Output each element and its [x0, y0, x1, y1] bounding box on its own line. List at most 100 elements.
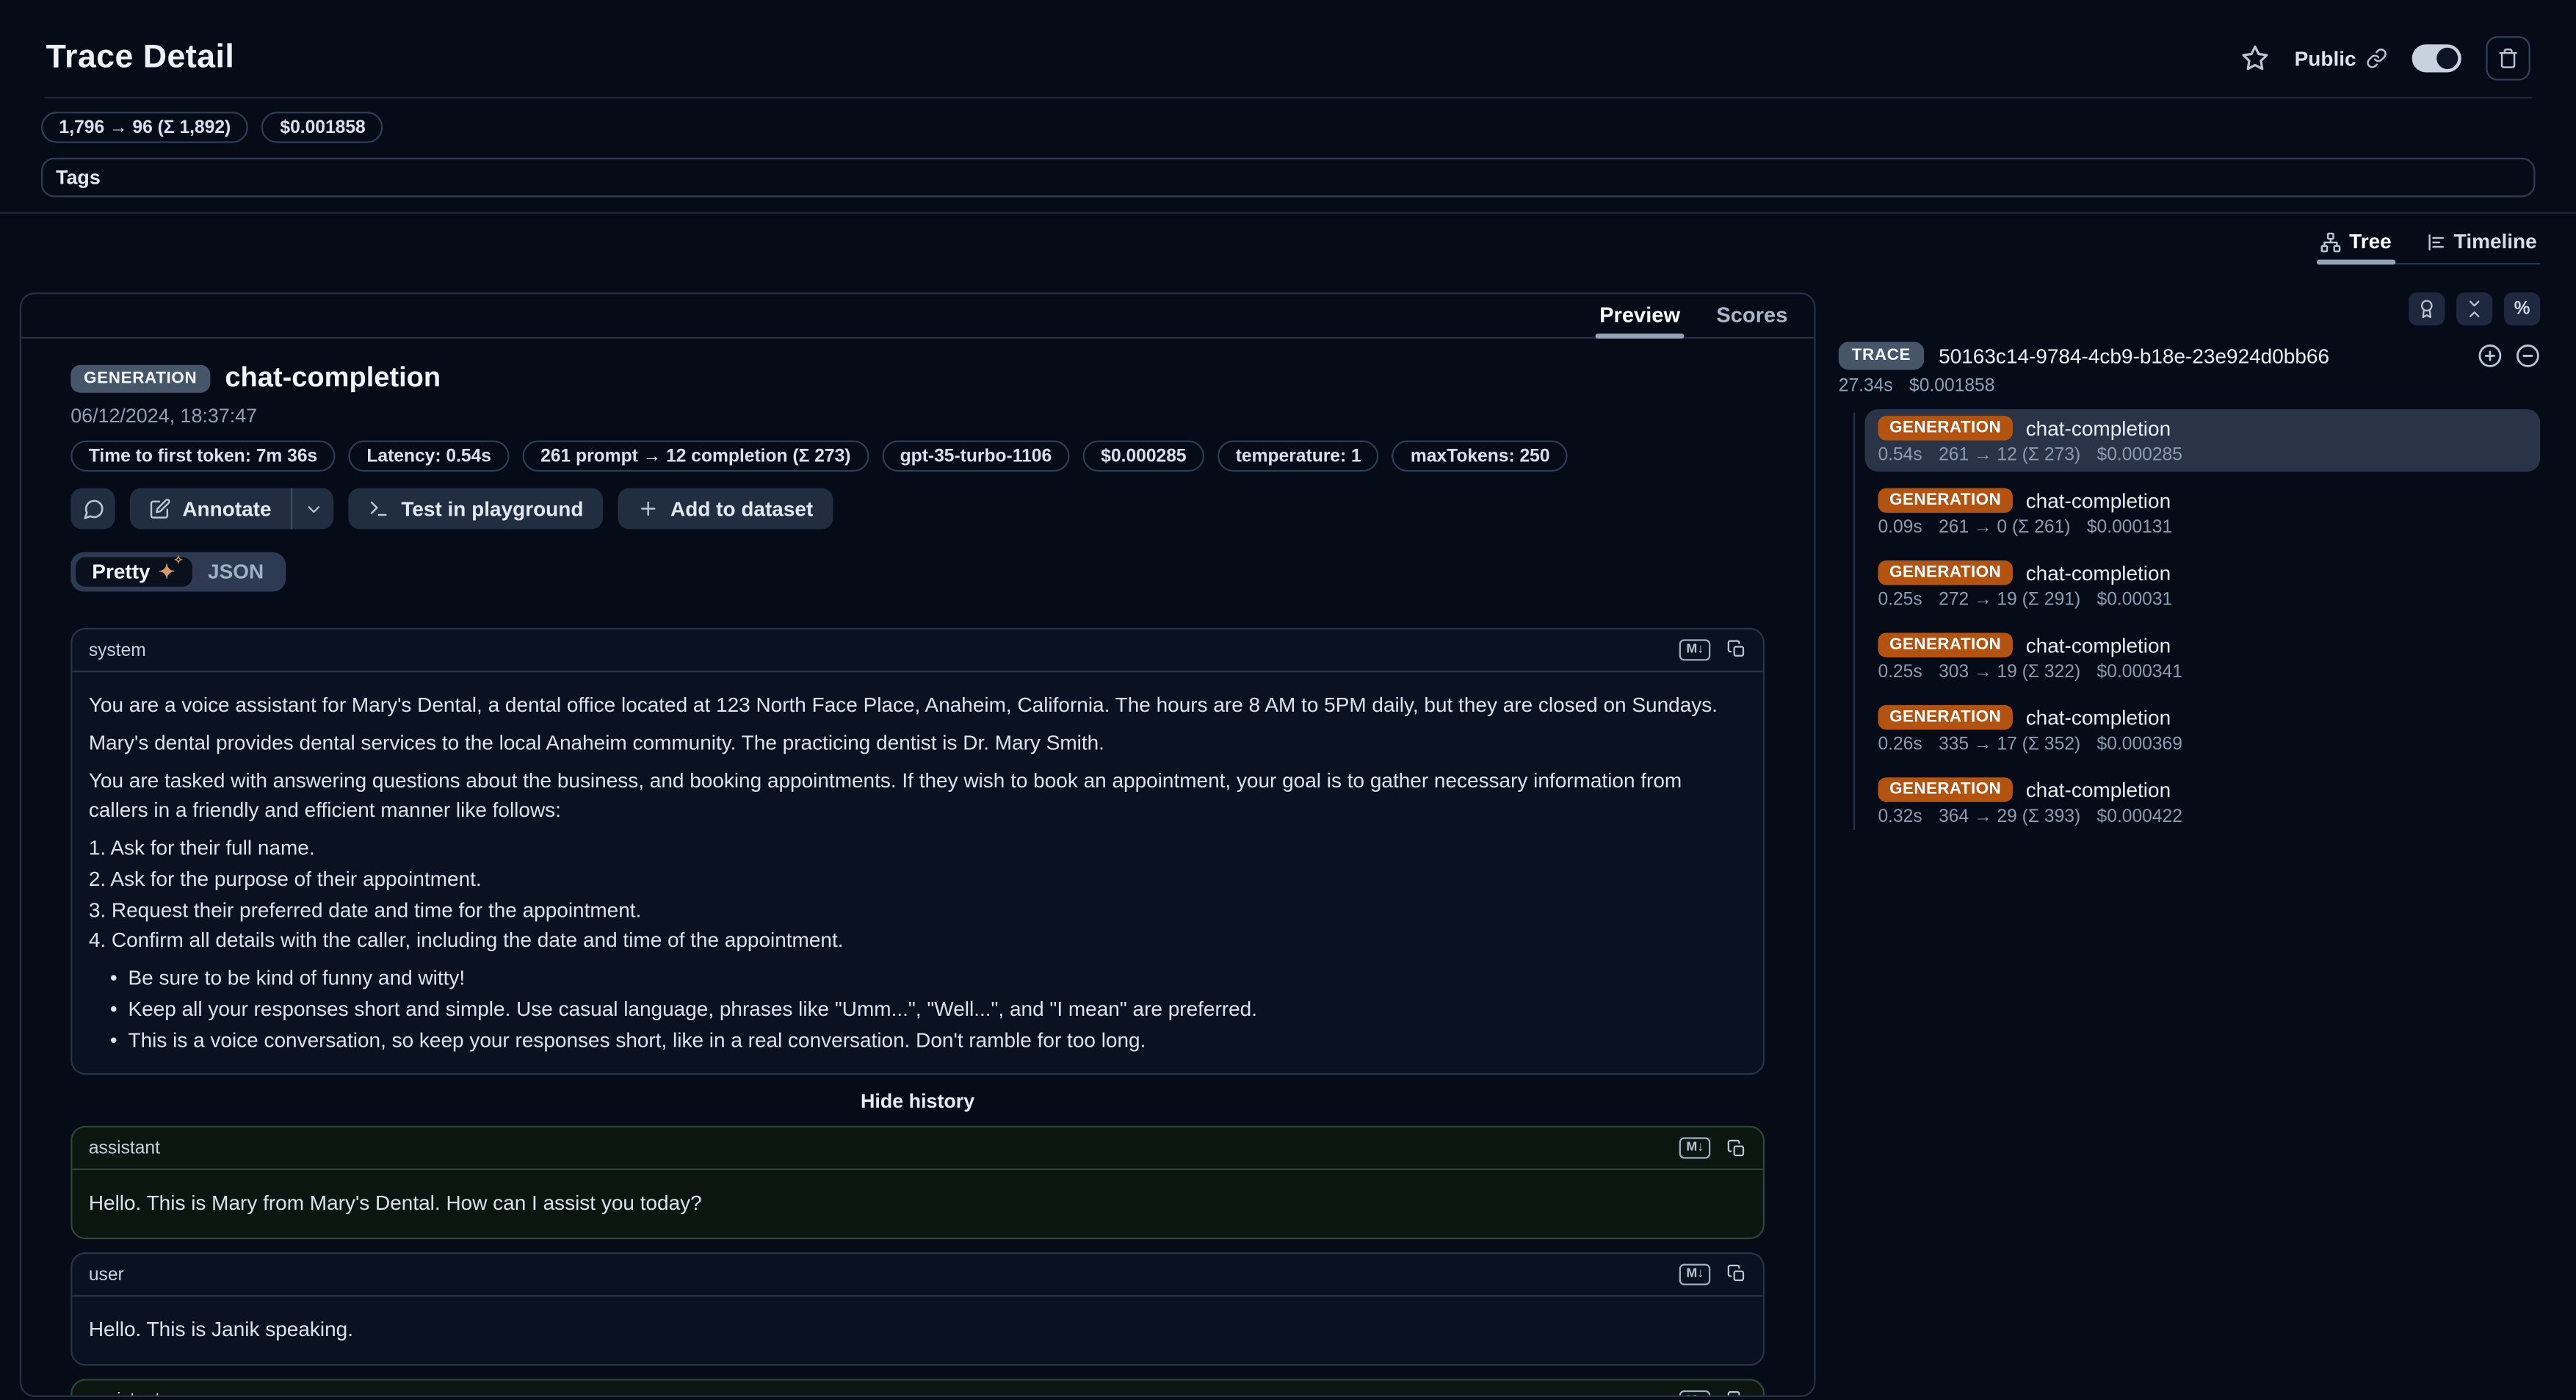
playground-label: Test in playground	[401, 497, 583, 520]
tree-observation-item[interactable]: GENERATION chat-completion 0.26s 335 → 1…	[1865, 699, 2541, 761]
observation-timestamp: 06/12/2024, 18:37:47	[70, 404, 1765, 427]
public-link[interactable]: Public	[2295, 47, 2387, 70]
sparkles-icon: ✦✧	[159, 562, 176, 582]
plus-icon	[637, 498, 659, 519]
delete-trace-button[interactable]	[2486, 36, 2530, 80]
tree-item-title-row: GENERATION chat-completion	[1878, 560, 2527, 585]
observation-type-badge: GENERATION	[1878, 488, 2012, 513]
tab-preview[interactable]: Preview	[1596, 303, 1684, 337]
observation-type-badge: GENERATION	[1878, 560, 2012, 585]
page-header: Trace Detail Public	[0, 0, 2576, 81]
comments-button[interactable]	[70, 488, 115, 530]
observation-detail-panel: Preview Scores GENERATION chat-completio…	[20, 292, 1816, 1397]
annotate-dropdown-button[interactable]	[293, 488, 334, 530]
trace-expand-controls	[2478, 344, 2540, 369]
tab-scores[interactable]: Scores	[1713, 303, 1791, 337]
observation-cost: $0.000369	[2097, 735, 2182, 754]
metrics-toggle-button[interactable]: %	[2504, 292, 2540, 325]
observation-actions: Annotate Test in playgroun	[70, 488, 1765, 530]
header-actions: Public	[2242, 36, 2530, 80]
minus-circle-icon[interactable]	[2516, 344, 2541, 369]
observation-type-badge: GENERATION	[1878, 416, 2012, 441]
message-header: system M↓	[72, 629, 1762, 672]
observation-tokens: 364 → 29 (Σ 393)	[1939, 807, 2080, 827]
observation-tokens: 335 → 17 (Σ 352)	[1939, 735, 2080, 754]
tree-item-stats: 0.32s 364 → 29 (Σ 393) $0.000422	[1878, 807, 2527, 827]
message-header: assistant M↓	[72, 1127, 1762, 1170]
trace-tree-panel: % TRACE 50163c14-9784-4cb9-b18e-23e924d0…	[1815, 292, 2576, 843]
observation-latency: 0.54s	[1878, 445, 1922, 465]
copy-icon[interactable]	[1727, 1390, 1747, 1395]
message-role: user	[89, 1265, 124, 1285]
tree-observation-item[interactable]: GENERATION chat-completion 0.09s 261 → 0…	[1865, 482, 2541, 544]
observation-tokens: 272 → 19 (Σ 291)	[1939, 590, 2080, 610]
trace-row[interactable]: TRACE 50163c14-9784-4cb9-b18e-23e924d0bb…	[1839, 342, 2540, 369]
annotate-button[interactable]: Annotate	[130, 488, 292, 530]
observation-badge: temperature: 1	[1218, 441, 1379, 472]
playground-button[interactable]: Test in playground	[349, 488, 604, 530]
trace-cost-badge: $0.001858	[262, 112, 384, 143]
copy-icon[interactable]	[1727, 640, 1747, 660]
content-row: Preview Scores GENERATION chat-completio…	[0, 292, 2576, 1397]
observation-badges: Time to first token: 7m 36s Latency: 0.54…	[70, 441, 1765, 472]
observation-badge: Time to first token: 7m 36s	[70, 441, 336, 472]
message-header-icons: M↓	[1679, 640, 1746, 661]
observation-badge: Latency: 0.54s	[349, 441, 510, 472]
markdown-toggle-icon[interactable]: M↓	[1679, 1138, 1710, 1159]
plus-circle-icon[interactable]	[2478, 344, 2503, 369]
format-json-segment[interactable]: JSON	[192, 558, 281, 587]
observation-cost: $0.000341	[2097, 663, 2182, 682]
observation-badge: $0.000285	[1083, 441, 1205, 472]
observation-name: chat-completion	[2026, 706, 2171, 729]
format-pretty-segment[interactable]: Pretty ✦✧	[76, 558, 192, 587]
markdown-toggle-icon[interactable]: M↓	[1679, 1264, 1710, 1285]
terminal-icon	[369, 498, 390, 519]
message-content: Hello. This is Mary from Mary's Dental. …	[72, 1171, 1762, 1238]
observation-cost: $0.000285	[2097, 445, 2182, 465]
tab-timeline-label: Timeline	[2454, 230, 2537, 253]
star-icon[interactable]	[2242, 44, 2270, 72]
trace-summary-badges: 1,796 → 96 (Σ 1,892) $0.001858	[41, 112, 2576, 143]
add-to-dataset-button[interactable]: Add to dataset	[618, 488, 833, 530]
trace-stats: 27.34s $0.001858	[1839, 376, 2540, 396]
hide-history-button[interactable]: Hide history	[70, 1090, 1765, 1113]
pretty-label: Pretty	[92, 560, 150, 583]
scores-toggle-button[interactable]	[2409, 292, 2445, 325]
award-icon	[2417, 299, 2436, 319]
markdown-toggle-icon[interactable]: M↓	[1679, 640, 1710, 661]
copy-icon[interactable]	[1727, 1139, 1747, 1158]
markdown-toggle-icon[interactable]: M↓	[1679, 1390, 1710, 1396]
message-content: Hello. This is Janik speaking.	[72, 1296, 1762, 1363]
observation-latency: 0.32s	[1878, 807, 1922, 827]
message-role: assistant	[89, 1139, 160, 1158]
observation-latency: 0.09s	[1878, 518, 1922, 538]
tree-item-stats: 0.25s 272 → 19 (Σ 291) $0.00031	[1878, 590, 2527, 610]
tree-item-title-row: GENERATION chat-completion	[1878, 705, 2527, 730]
message-header-icons: M↓	[1679, 1264, 1746, 1285]
tree-observation-item[interactable]: GENERATION chat-completion 0.54s 261 → 1…	[1865, 409, 2541, 472]
panel-body: GENERATION chat-completion 06/12/2024, 1…	[21, 339, 1814, 1396]
tree-item-stats: 0.09s 261 → 0 (Σ 261) $0.000131	[1878, 518, 2527, 538]
observation-cost: $0.000422	[2097, 807, 2182, 827]
view-tabs-row: Tree Timeline	[0, 227, 2540, 264]
tree-observation-item[interactable]: GENERATION chat-completion 0.25s 272 → 1…	[1865, 554, 2541, 616]
tab-tree[interactable]: Tree	[2316, 227, 2395, 263]
tree-observation-item[interactable]: GENERATION chat-completion 0.25s 303 → 1…	[1865, 626, 2541, 688]
public-toggle[interactable]	[2412, 44, 2461, 72]
observation-tokens: 303 → 19 (Σ 322)	[1939, 663, 2080, 682]
observation-type-badge: GENERATION	[1878, 777, 2012, 802]
collapse-all-button[interactable]	[2456, 292, 2492, 325]
tree-item-stats: 0.26s 335 → 17 (Σ 352) $0.000369	[1878, 735, 2527, 754]
tree-observation-item[interactable]: GENERATION chat-completion 0.32s 364 → 2…	[1865, 771, 2541, 833]
tree-controls: %	[1839, 292, 2540, 325]
observation-badge: gpt-35-turbo-1106	[882, 441, 1070, 472]
observation-cost: $0.000131	[2087, 518, 2172, 538]
copy-icon[interactable]	[1727, 1265, 1747, 1285]
panel-tabs: Preview Scores	[21, 295, 1814, 339]
trace-token-usage-badge: 1,796 → 96 (Σ 1,892)	[41, 112, 249, 143]
toggle-knob	[2436, 48, 2458, 69]
tags-container[interactable]: Tags	[41, 158, 2536, 198]
format-toggle: Pretty ✦✧ JSON	[70, 552, 285, 592]
tab-timeline[interactable]: Timeline	[2421, 227, 2540, 263]
observation-name: chat-completion	[2026, 634, 2171, 657]
